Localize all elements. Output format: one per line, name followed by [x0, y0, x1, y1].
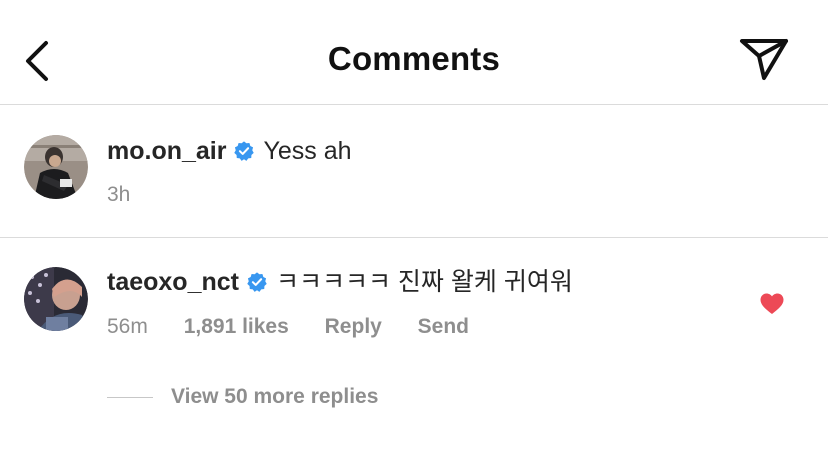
replies-divider: [107, 396, 153, 398]
verified-badge-icon: [247, 272, 267, 292]
paper-plane-icon: [740, 39, 788, 80]
page-title: Comments: [327, 40, 501, 77]
verified-badge-icon: [234, 141, 255, 161]
header-bar: Comments: [0, 0, 828, 105]
comment-line: mo.on_air Yess ah: [107, 134, 352, 168]
comment-text: ㅋㅋㅋㅋㅋ 진짜 왈케 귀여워: [275, 268, 573, 296]
comment-username[interactable]: taeoxo_nct: [107, 268, 239, 296]
view-more-replies-button[interactable]: View 50 more replies: [107, 385, 378, 409]
comment-line: taeoxo_nct ㅋㅋㅋㅋㅋ 진짜 왈케 귀여워: [107, 265, 573, 299]
heart-filled-icon: [760, 293, 784, 314]
reply-button[interactable]: Reply: [325, 315, 382, 339]
comment-meta: 56m 1,891 likes Reply Send: [107, 315, 499, 339]
comment-item: taeoxo_nct ㅋㅋㅋㅋㅋ 진짜 왈케 귀여워 56m 1,891 lik…: [0, 239, 828, 451]
comment-timestamp: 3h: [107, 183, 131, 206]
avatar[interactable]: [24, 267, 88, 331]
comment-text: Yess ah: [263, 137, 352, 165]
share-button[interactable]: [738, 36, 790, 84]
comment-item: mo.on_air Yess ah 3h: [0, 106, 828, 238]
view-more-replies-label: View 50 more replies: [171, 385, 379, 408]
like-button[interactable]: [760, 293, 784, 315]
send-button[interactable]: Send: [418, 315, 469, 339]
comment-meta: 3h: [107, 183, 160, 207]
comment-username[interactable]: mo.on_air: [107, 137, 226, 165]
comment-timestamp: 56m: [107, 315, 148, 338]
avatar[interactable]: [24, 135, 88, 199]
likes-count-link[interactable]: 1,891 likes: [184, 315, 289, 339]
